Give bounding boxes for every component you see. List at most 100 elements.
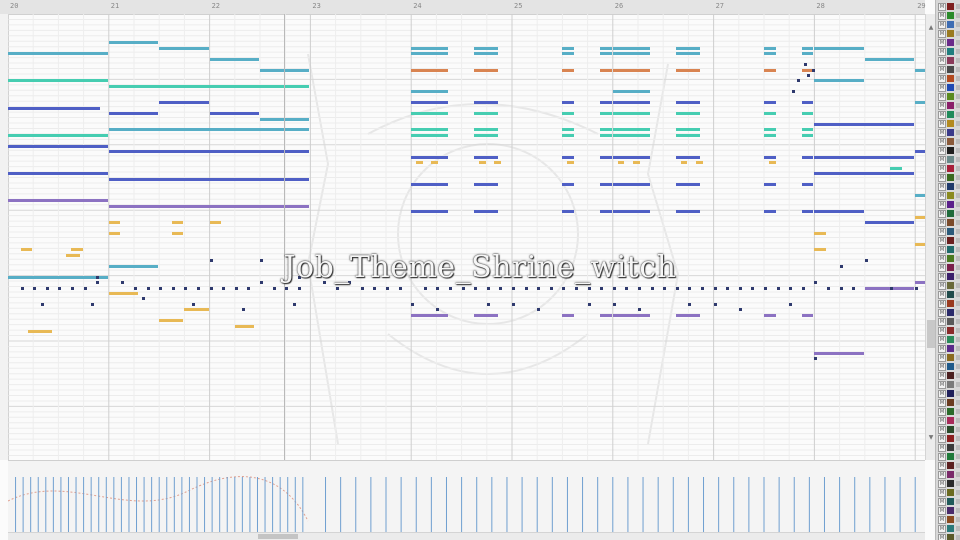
midi-note[interactable] [222, 286, 226, 290]
midi-note[interactable] [40, 302, 44, 306]
midi-note[interactable] [675, 46, 700, 50]
midi-note[interactable] [675, 112, 700, 116]
midi-note[interactable] [159, 46, 209, 50]
midi-note[interactable] [494, 161, 501, 165]
track-row[interactable]: M [937, 2, 960, 11]
midi-note[interactable] [8, 106, 101, 110]
midi-note[interactable] [474, 286, 478, 290]
midi-note[interactable] [108, 84, 310, 88]
midi-note[interactable] [675, 210, 700, 214]
track-row[interactable]: M [937, 371, 960, 380]
midi-note[interactable] [159, 286, 163, 290]
midi-note[interactable] [474, 46, 499, 50]
midi-note[interactable] [675, 286, 679, 290]
mute-button[interactable]: M [938, 84, 946, 92]
midi-note[interactable] [612, 155, 650, 159]
midi-note[interactable] [801, 46, 814, 50]
midi-note[interactable] [764, 210, 776, 214]
midi-note[interactable] [58, 286, 62, 290]
track-color-swatch[interactable] [947, 174, 954, 181]
midi-note[interactable] [675, 101, 700, 105]
midi-note[interactable] [146, 286, 150, 290]
track-row[interactable]: M [937, 326, 960, 335]
mute-button[interactable]: M [938, 282, 946, 290]
mute-button[interactable]: M [938, 183, 946, 191]
midi-note[interactable] [108, 291, 139, 295]
midi-note[interactable] [600, 128, 612, 132]
mute-button[interactable]: M [938, 201, 946, 209]
midi-note[interactable] [839, 286, 843, 290]
midi-note[interactable] [537, 286, 541, 290]
midi-note[interactable] [600, 112, 612, 116]
midi-note[interactable] [764, 68, 776, 72]
midi-note[interactable] [612, 313, 650, 317]
mute-button[interactable]: M [938, 264, 946, 272]
mute-button[interactable]: M [938, 237, 946, 245]
track-color-swatch[interactable] [947, 12, 954, 19]
midi-note[interactable] [764, 286, 767, 290]
mute-button[interactable]: M [938, 210, 946, 218]
midi-note[interactable] [71, 286, 74, 290]
track-color-swatch[interactable] [947, 264, 954, 271]
midi-note[interactable] [411, 133, 448, 137]
midi-note[interactable] [587, 286, 591, 290]
track-row[interactable]: M [937, 182, 960, 191]
midi-note[interactable] [764, 46, 776, 50]
midi-note[interactable] [108, 204, 310, 208]
track-row[interactable]: M [937, 11, 960, 20]
midi-note[interactable] [297, 286, 301, 290]
mute-button[interactable]: M [938, 516, 946, 524]
midi-note[interactable] [575, 286, 578, 290]
track-color-swatch[interactable] [947, 273, 954, 280]
midi-note[interactable] [796, 79, 800, 83]
track-row[interactable]: M [937, 344, 960, 353]
midi-note[interactable] [811, 68, 815, 72]
track-row[interactable]: M [937, 290, 960, 299]
track-color-swatch[interactable] [947, 498, 954, 505]
track-row[interactable]: M [937, 479, 960, 488]
piano-roll-grid[interactable] [8, 14, 925, 460]
midi-note[interactable] [632, 161, 640, 165]
mute-button[interactable]: M [938, 129, 946, 137]
midi-note[interactable] [612, 210, 650, 214]
midi-note[interactable] [562, 133, 574, 137]
midi-note[interactable] [663, 286, 667, 290]
track-color-swatch[interactable] [947, 237, 954, 244]
track-color-swatch[interactable] [947, 39, 954, 46]
track-row[interactable]: M [937, 524, 960, 533]
midi-note[interactable] [764, 52, 776, 56]
midi-note[interactable] [612, 182, 650, 186]
midi-note[interactable] [713, 286, 717, 290]
mute-button[interactable]: M [938, 156, 946, 164]
track-color-swatch[interactable] [947, 84, 954, 91]
track-color-swatch[interactable] [947, 57, 954, 64]
midi-note[interactable] [801, 133, 814, 137]
midi-note[interactable] [474, 112, 499, 116]
midi-note[interactable] [562, 155, 574, 159]
mute-button[interactable]: M [938, 354, 946, 362]
mute-button[interactable]: M [938, 75, 946, 83]
midi-note[interactable] [474, 182, 499, 186]
midi-note[interactable] [915, 286, 919, 290]
track-color-swatch[interactable] [947, 111, 954, 118]
track-color-swatch[interactable] [947, 93, 954, 100]
midi-note[interactable] [675, 128, 700, 132]
midi-note[interactable] [234, 324, 254, 328]
midi-note[interactable] [600, 210, 612, 214]
track-color-swatch[interactable] [947, 417, 954, 424]
track-row[interactable]: M [937, 74, 960, 83]
mute-button[interactable]: M [938, 291, 946, 299]
midi-note[interactable] [184, 286, 188, 290]
midi-note[interactable] [600, 313, 612, 317]
midi-note[interactable] [827, 286, 830, 290]
midi-note[interactable] [45, 286, 49, 290]
horizontal-scrollbar[interactable] [8, 532, 925, 540]
track-row[interactable]: M [937, 236, 960, 245]
track-row[interactable]: M [937, 407, 960, 416]
track-row[interactable]: M [937, 128, 960, 137]
midi-note[interactable] [806, 73, 810, 77]
track-color-swatch[interactable] [947, 291, 954, 298]
mute-button[interactable]: M [938, 381, 946, 389]
track-color-swatch[interactable] [947, 489, 954, 496]
track-color-swatch[interactable] [947, 219, 954, 226]
